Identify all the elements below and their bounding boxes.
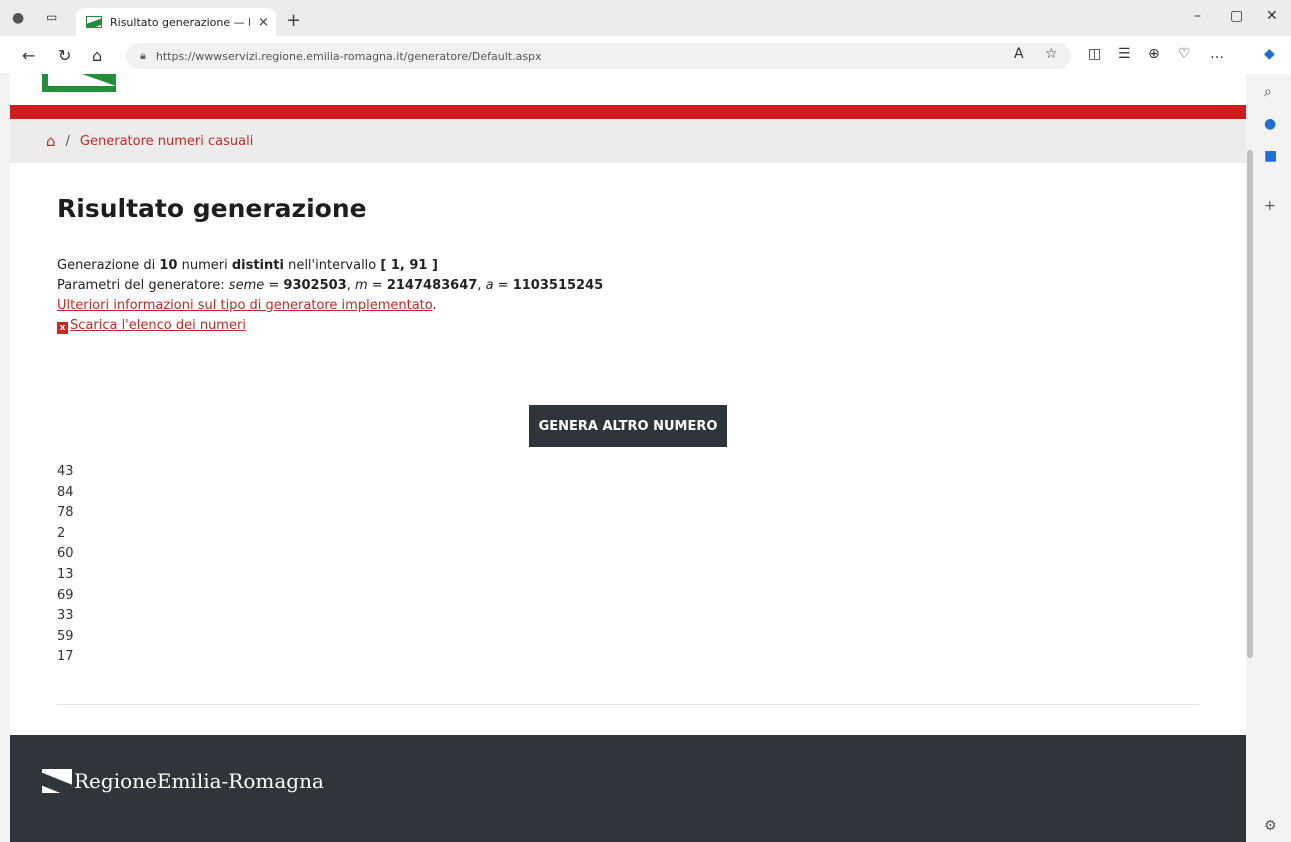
breadcrumb-current[interactable]: Generatore numeri casuali <box>80 134 253 149</box>
content-divider <box>57 704 1199 705</box>
number-item: 84 <box>57 484 74 500</box>
scrollbar-thumb[interactable] <box>1247 150 1253 658</box>
back-icon[interactable]: ← <box>22 46 35 65</box>
copilot-icon[interactable]: ◆ <box>1264 46 1275 62</box>
sidebar-office-icon[interactable]: ● <box>1264 116 1276 132</box>
lock-icon: 🔒︎ <box>140 49 146 62</box>
number-item: 78 <box>57 505 74 521</box>
profile-icon[interactable]: ● <box>12 10 24 26</box>
home-icon[interactable]: ⌂ <box>46 132 56 150</box>
summary-text: Generazione di <box>57 258 160 273</box>
tab-actions-icon[interactable]: ▭ <box>46 10 57 24</box>
comma: , <box>346 278 355 293</box>
region-logo-top[interactable] <box>42 74 116 92</box>
split-screen-icon[interactable]: ◫ <box>1088 46 1101 62</box>
browser-sidebar <box>1254 74 1291 842</box>
count-value: 10 <box>159 258 178 273</box>
numbers-list: 43 84 78 2 60 13 69 33 59 17 <box>57 462 74 668</box>
url-bar[interactable]: 🔒︎ https://wwwservizi.regione.emilia-rom… <box>126 43 1071 69</box>
m-value: 2147483647 <box>386 278 478 293</box>
page-title: Risultato generazione <box>57 194 367 223</box>
tab-title: Risultato generazione — E-R Il p <box>110 15 250 29</box>
refresh-icon[interactable]: ↻ <box>58 46 71 65</box>
distinct-label: distinti <box>231 258 284 273</box>
favorites-icon[interactable]: ☰ <box>1118 46 1131 62</box>
seed-label: seme <box>228 278 265 293</box>
more-info-link[interactable]: Ulteriori informazioni sul tipo di gener… <box>57 298 432 313</box>
a-label: a <box>485 278 494 293</box>
tab-close-icon[interactable]: × <box>258 15 269 30</box>
breadcrumb-separator: / <box>65 133 70 149</box>
generation-summary: Generazione di 10 numeri distinti nell'i… <box>57 256 603 276</box>
generation-info: Generazione di 10 numeri distinti nell'i… <box>57 256 603 336</box>
collections-icon[interactable]: ⊕ <box>1148 46 1160 62</box>
read-aloud-icon[interactable]: A <box>1014 46 1024 62</box>
footer: RegioneEmilia-Romagna <box>10 735 1246 842</box>
interval-value: [ 1, 91 ] <box>380 258 438 273</box>
a-value: 1103515245 <box>512 278 604 293</box>
header-red-bar <box>10 105 1246 119</box>
home-browser-icon[interactable]: ⌂ <box>92 46 102 65</box>
summary-text: nell'intervallo <box>283 258 381 273</box>
params-label: Parametri del generatore: <box>57 278 229 293</box>
site-favicon-icon <box>86 16 102 28</box>
comma: , <box>477 278 486 293</box>
download-row: x Scarica l'elenco dei numeri <box>57 316 603 336</box>
breadcrumb: ⌂ / Generatore numeri casuali <box>10 119 1246 163</box>
period: . <box>432 298 437 313</box>
number-item: 13 <box>57 566 74 582</box>
url-text: https://wwwservizi.regione.emilia-romagn… <box>155 49 542 63</box>
generate-another-button[interactable]: GENERA ALTRO NUMERO <box>529 405 727 447</box>
favorite-star-icon[interactable]: ☆ <box>1045 46 1058 62</box>
browser-tab[interactable]: Risultato generazione — E-R Il p × <box>76 8 276 36</box>
number-item: 2 <box>57 525 66 541</box>
generator-params: Parametri del generatore: seme = 9302503… <box>57 276 603 296</box>
number-item: 59 <box>57 628 74 644</box>
footer-logo-text: RegioneEmilia-Romagna <box>74 769 324 793</box>
equals: = <box>264 278 284 293</box>
minimize-button[interactable]: – <box>1194 8 1201 24</box>
number-item: 60 <box>57 546 74 562</box>
footer-logo[interactable]: RegioneEmilia-Romagna <box>42 769 324 793</box>
equals: = <box>493 278 513 293</box>
summary-text: numeri <box>177 258 232 273</box>
download-link[interactable]: Scarica l'elenco dei numeri <box>70 318 246 333</box>
sidebar-search-icon[interactable]: ⌕ <box>1264 84 1272 100</box>
close-window-button[interactable]: ✕ <box>1266 8 1278 24</box>
m-label: m <box>355 278 368 293</box>
more-menu-icon[interactable]: … <box>1210 46 1224 62</box>
number-item: 69 <box>57 587 74 603</box>
equals: = <box>367 278 387 293</box>
sidebar-outlook-icon[interactable]: ■ <box>1264 148 1277 164</box>
web-page: ⌂ / Generatore numeri casuali Risultato … <box>10 74 1246 842</box>
number-item: 43 <box>57 464 74 479</box>
more-info-row: Ulteriori informazioni sul tipo di gener… <box>57 296 603 316</box>
new-tab-button[interactable]: + <box>286 10 301 31</box>
sidebar-settings-icon[interactable]: ⚙ <box>1264 818 1277 834</box>
sidebar-add-icon[interactable]: + <box>1264 198 1276 214</box>
seed-value: 9302503 <box>283 278 347 293</box>
region-flag-icon <box>42 769 72 793</box>
performance-icon[interactable]: ♡ <box>1178 46 1191 62</box>
number-item: 33 <box>57 608 74 624</box>
maximize-button[interactable]: ▢ <box>1230 8 1243 24</box>
number-item: 17 <box>57 649 74 665</box>
excel-file-icon: x <box>57 322 68 334</box>
